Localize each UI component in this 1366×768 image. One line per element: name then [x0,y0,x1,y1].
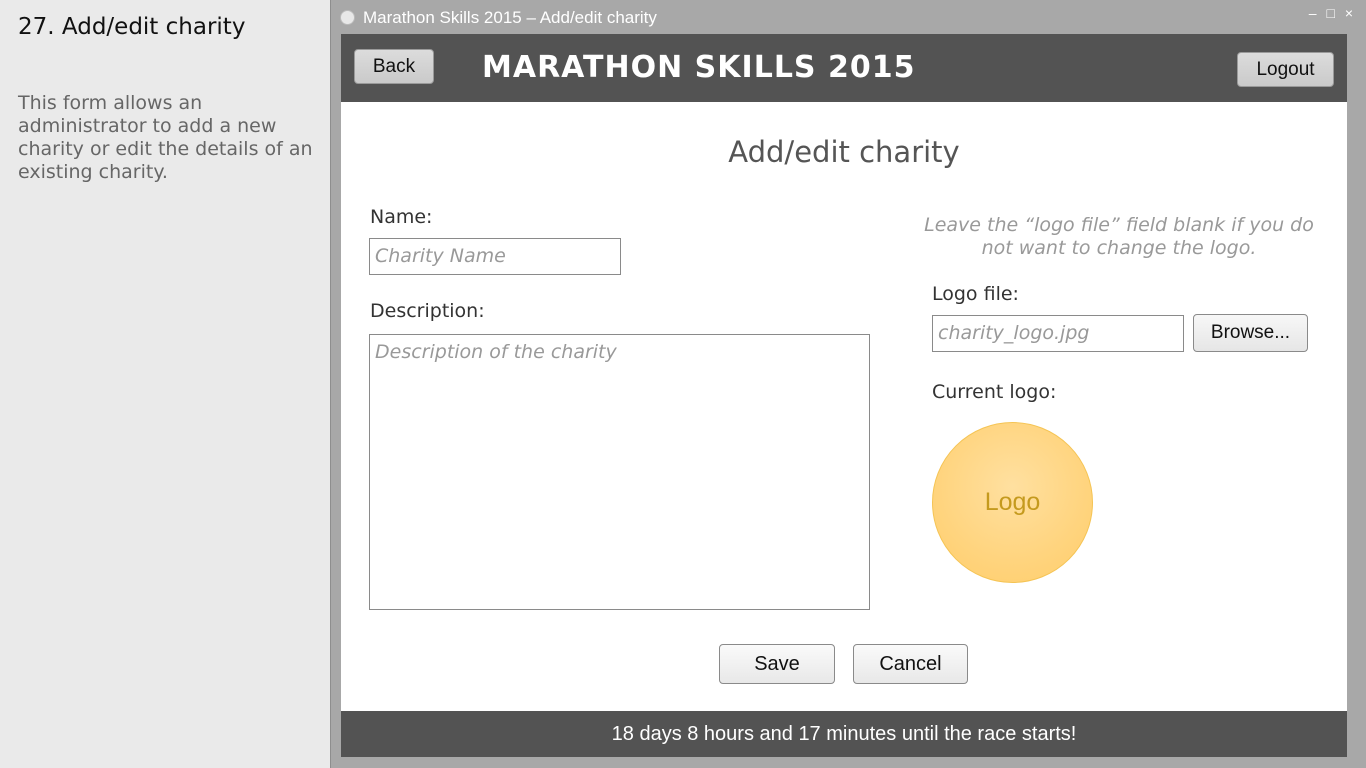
window-titlebar: Marathon Skills 2015 – Add/edit charity … [331,0,1366,34]
logo-file-label: Logo file: [932,283,1019,305]
window-icon [340,10,355,25]
header-bar: Back MARATHON SKILLS 2015 Logout [341,34,1347,102]
current-logo-label: Current logo: [932,381,1057,403]
name-label: Name: [370,206,433,228]
browse-button[interactable]: Browse... [1193,314,1308,352]
window-title: Marathon Skills 2015 – Add/edit charity [363,8,657,27]
app-title: MARATHON SKILLS 2015 [482,50,916,85]
side-description: This form allows an administrator to add… [18,92,313,183]
logo-file-input[interactable]: charity_logo.jpg [932,315,1184,352]
charity-logo-image: Logo [932,422,1093,583]
cancel-button[interactable]: Cancel [853,644,968,684]
countdown-footer: 18 days 8 hours and 17 minutes until the… [341,711,1347,757]
name-input[interactable]: Charity Name [369,238,621,275]
countdown-text: 18 days 8 hours and 17 minutes until the… [611,722,1077,745]
logo-hint: Leave the “logo file” field blank if you… [924,214,1314,259]
description-label: Description: [370,300,485,322]
back-button[interactable]: Back [354,49,434,84]
window-controls[interactable]: – □ × [1309,5,1356,21]
logout-button[interactable]: Logout [1237,52,1334,87]
side-title: 27. Add/edit charity [18,14,246,40]
app-window: Marathon Skills 2015 – Add/edit charity … [330,0,1366,768]
page-title: Add/edit charity [728,135,960,169]
description-textarea[interactable]: Description of the charity [369,334,870,610]
logo-placeholder-text: Logo [984,488,1041,516]
save-button[interactable]: Save [719,644,835,684]
form-panel: Add/edit charity Name: Charity Name Desc… [341,102,1347,711]
